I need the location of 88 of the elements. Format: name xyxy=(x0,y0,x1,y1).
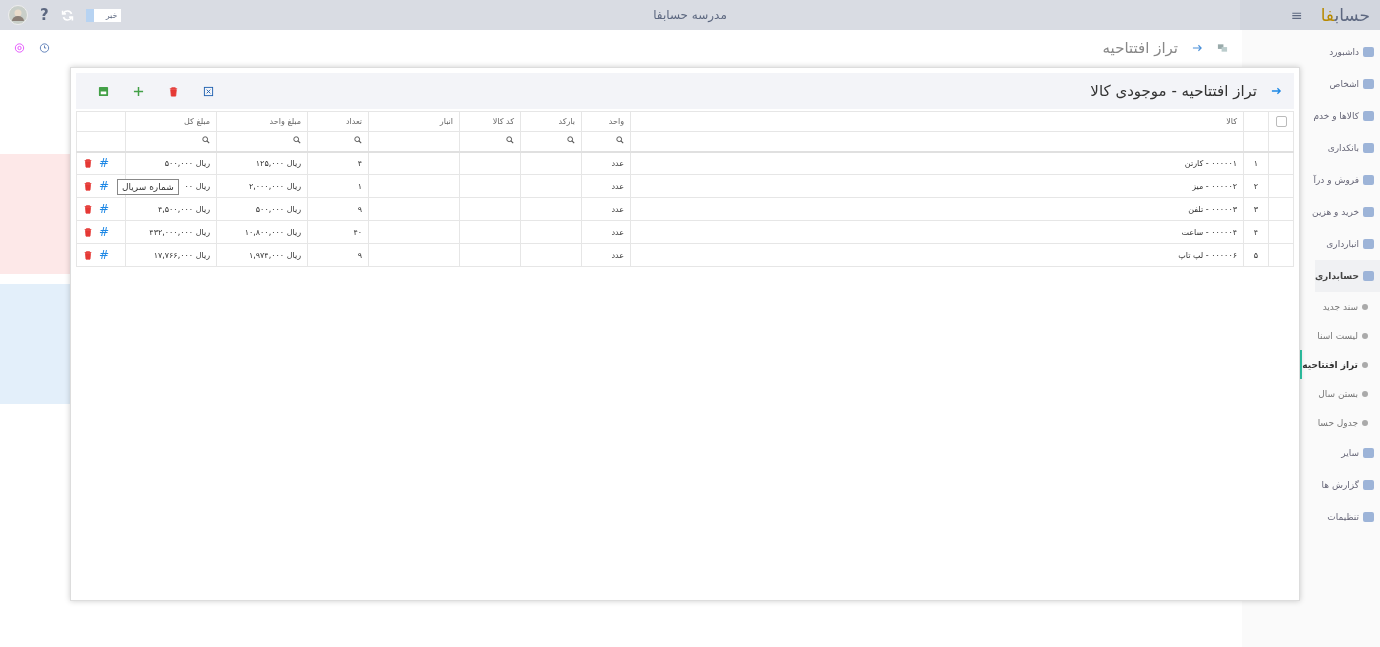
search-icon[interactable] xyxy=(616,136,624,145)
delete-icon[interactable] xyxy=(83,227,93,237)
column-header: انبار xyxy=(439,117,453,126)
search-icon[interactable] xyxy=(354,136,362,145)
serial-number-link[interactable]: # xyxy=(99,225,110,239)
delete-icon[interactable] xyxy=(168,85,179,97)
table-cell: عدد xyxy=(611,250,624,260)
row-number: ۴ xyxy=(1253,227,1259,237)
row-number: ۱ xyxy=(1253,158,1259,168)
delete-icon[interactable] xyxy=(83,204,93,214)
sidebar-item[interactable]: سایر xyxy=(1341,437,1380,469)
delete-icon[interactable] xyxy=(83,158,93,169)
sidebar-item[interactable]: حسابداری xyxy=(1314,260,1380,292)
tooltip: شماره سریال xyxy=(117,179,179,195)
serial-number-link[interactable]: # xyxy=(99,202,110,216)
column-header: واحد xyxy=(608,117,624,126)
sidebar-item[interactable]: بانکداری xyxy=(1327,132,1380,164)
save-icon[interactable] xyxy=(98,85,109,97)
column-header: بارکد xyxy=(558,117,575,126)
column-header: مبلغ کل xyxy=(184,117,210,126)
table-cell: ۰۰۰۰۰۳ - تلفن xyxy=(1188,204,1237,214)
table-cell: عدد xyxy=(611,158,624,168)
table-cell: ۴ xyxy=(357,158,362,168)
help-button[interactable]: ? xyxy=(40,6,49,24)
dialog-title: تراز افتتاحیه - موجودی کالا xyxy=(1090,82,1257,100)
table-cell: ریال ۲,۰۰۰,۰۰۰ xyxy=(248,181,301,191)
table-cell: ۹ xyxy=(357,250,362,260)
menu-button[interactable]: ≡ xyxy=(1286,7,1307,23)
table-cell: ۱ xyxy=(357,181,362,191)
sidebar-item[interactable]: فروش و درآ xyxy=(1313,164,1380,196)
table-cell: ۹ xyxy=(357,204,362,214)
column-header: تعداد xyxy=(345,117,362,126)
sidebar-item[interactable]: کالاها و خدم xyxy=(1313,100,1380,132)
news-button[interactable]: خبر xyxy=(85,8,122,22)
table-cell: عدد xyxy=(611,204,624,214)
sidebar-item[interactable]: خرید و هزین xyxy=(1312,196,1380,228)
column-header: مبلغ واحد xyxy=(269,117,301,126)
sidebar-item[interactable]: بستن سال xyxy=(1318,379,1380,408)
sidebar-item[interactable]: انبارداری xyxy=(1326,228,1380,260)
clock-icon[interactable] xyxy=(39,43,50,53)
table-cell: ریال ۵۰۰,۰۰۰ xyxy=(255,204,301,214)
sidebar-item[interactable]: اشخاص xyxy=(1329,68,1380,100)
sidebar-item[interactable]: سند جدید xyxy=(1322,292,1380,321)
table-cell: ریال ۱,۹۷۴,۰۰۰ xyxy=(248,250,301,260)
arrow-icon[interactable] xyxy=(1271,86,1282,96)
table-cell: ۴۰ xyxy=(353,227,362,237)
select-all-checkbox[interactable] xyxy=(1276,116,1287,127)
table-cell: عدد xyxy=(611,227,624,237)
column-header: کد کالا xyxy=(492,117,514,126)
serial-number-link[interactable]: # xyxy=(99,248,110,262)
table-cell: ریال ۱۷,۷۶۶,۰۰۰ xyxy=(153,250,210,260)
row-number: ۵ xyxy=(1253,250,1259,260)
search-icon[interactable] xyxy=(567,136,575,145)
logo: حسابفا xyxy=(1320,5,1370,25)
delete-icon[interactable] xyxy=(83,181,93,191)
table-cell: ۰۰۰۰۰۲ - میز xyxy=(1192,181,1237,191)
column-header: کالا xyxy=(1226,117,1237,126)
table-cell: ۰۰۰۰۰۶ - لپ تاپ xyxy=(1178,250,1237,260)
table-cell: ریال ۴۳۲,۰۰۰,۰۰۰ xyxy=(149,227,210,237)
row-number: ۲ xyxy=(1253,181,1259,191)
arrow-icon[interactable] xyxy=(1192,43,1203,53)
sidebar-item[interactable]: جدول حسا xyxy=(1317,408,1380,437)
table-cell: ریال ۱۰,۸۰۰,۰۰۰ xyxy=(244,227,301,237)
sidebar-item[interactable]: داشبورد xyxy=(1329,36,1380,68)
excel-icon[interactable] xyxy=(203,85,214,97)
table-cell: ریال ۱۲۵,۰۰۰ xyxy=(255,158,301,168)
row-number: ۳ xyxy=(1253,204,1259,214)
table-cell: ریال ۰۰ xyxy=(184,181,210,191)
search-icon[interactable] xyxy=(202,136,210,145)
table-cell: عدد xyxy=(611,181,624,191)
table-cell: ریال ۵۰۰,۰۰۰ xyxy=(164,158,210,168)
sidebar-item[interactable]: لیست اسنا xyxy=(1317,321,1380,350)
search-icon[interactable] xyxy=(293,136,301,145)
table-cell: ۰۰۰۰۰۴ - ساعت xyxy=(1181,227,1237,237)
avatar-icon[interactable] xyxy=(8,5,28,25)
sidebar-item[interactable]: گزارش ها xyxy=(1321,469,1380,501)
serial-number-link[interactable]: # xyxy=(99,156,110,171)
table-cell: ۰۰۰۰۰۱ - کارتن xyxy=(1184,158,1237,168)
serial-number-link[interactable]: # xyxy=(99,179,110,193)
sidebar-item[interactable]: تنظیمات xyxy=(1327,501,1380,533)
page-title: تراز افتتاحیه xyxy=(1102,39,1178,57)
search-icon[interactable] xyxy=(506,136,514,145)
copy-icon[interactable] xyxy=(1217,43,1228,53)
app-title: مدرسه حسابفا xyxy=(653,8,727,22)
coin-icon[interactable] xyxy=(14,43,25,53)
table-cell: ریال ۴,۵۰۰,۰۰۰ xyxy=(157,204,210,214)
add-icon[interactable] xyxy=(133,85,144,97)
delete-icon[interactable] xyxy=(83,250,93,260)
